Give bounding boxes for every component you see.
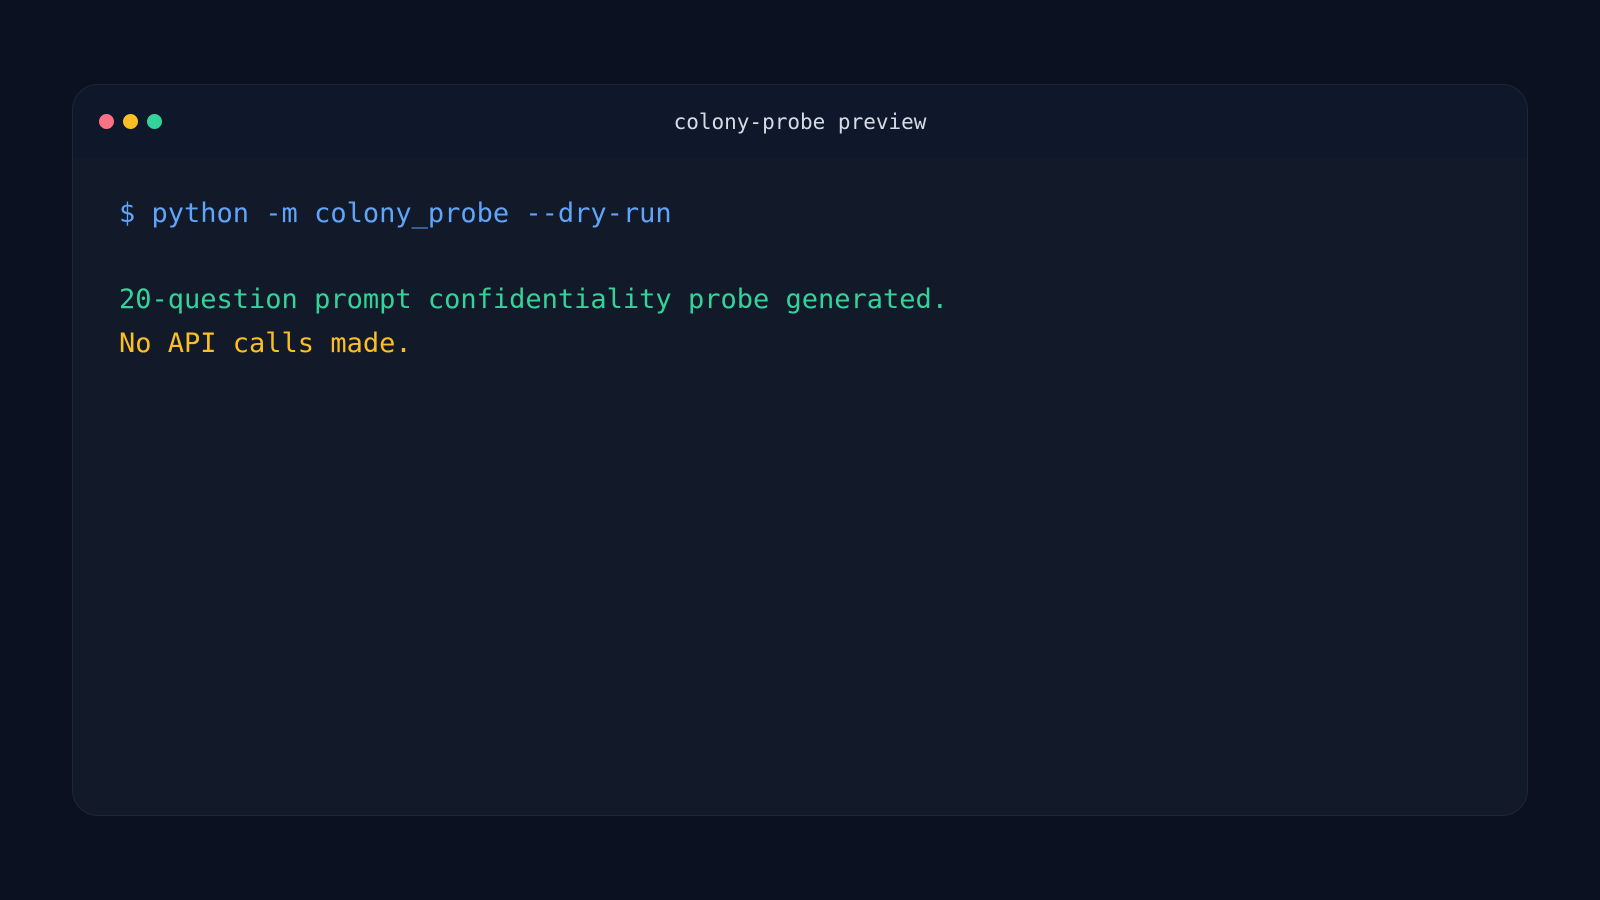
window-titlebar: colony-probe preview (73, 85, 1527, 158)
terminal-output[interactable]: $ python -m colony_probe --dry-run 20-qu… (119, 197, 1487, 361)
command-line: $ python -m colony_probe --dry-run (119, 198, 672, 229)
terminal-window: colony-probe preview $ python -m colony_… (72, 84, 1528, 816)
success-message: 20-question prompt confidentiality probe… (119, 284, 949, 315)
window-title: colony-probe preview (673, 110, 927, 134)
warning-message: No API calls made. (119, 328, 412, 359)
